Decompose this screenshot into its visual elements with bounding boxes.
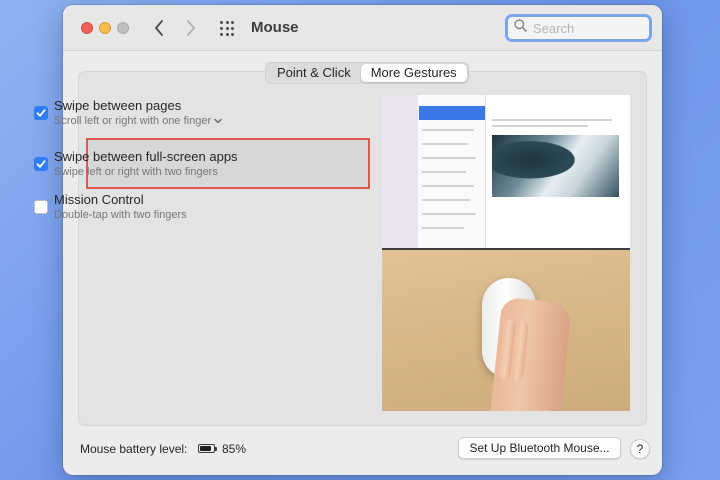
preview-mail-screen bbox=[382, 95, 630, 248]
help-button[interactable]: ? bbox=[630, 439, 650, 459]
preview-line bbox=[492, 119, 612, 121]
preview-line bbox=[422, 199, 470, 201]
option-subtitle: Scroll left or right with one finger bbox=[54, 115, 212, 127]
tab-point-and-click[interactable]: Point & Click bbox=[267, 64, 361, 82]
option-title: Swipe between pages bbox=[54, 98, 182, 113]
option-subtitle: Double-tap with two fingers bbox=[54, 209, 187, 221]
option-subtitle-dropdown[interactable]: Scroll left or right with one finger bbox=[54, 115, 222, 127]
title-bar: Mouse bbox=[63, 5, 662, 51]
option-title: Swipe between full-screen apps bbox=[54, 149, 238, 164]
battery-value: 85% bbox=[222, 442, 247, 456]
grid-icon[interactable] bbox=[220, 21, 236, 37]
preview-mail-sidebar bbox=[382, 95, 418, 248]
preview-hand bbox=[489, 296, 573, 411]
search-input[interactable] bbox=[533, 20, 643, 36]
option-subtitle: Swipe left or right with two fingers bbox=[54, 166, 218, 178]
preview-line bbox=[422, 171, 466, 173]
battery-icon bbox=[198, 444, 217, 453]
preview-mail-image bbox=[492, 135, 619, 197]
minimize-window-button[interactable] bbox=[99, 22, 111, 34]
forward-chevron-icon[interactable] bbox=[181, 18, 201, 38]
back-chevron-icon[interactable] bbox=[149, 18, 169, 38]
search-icon bbox=[514, 19, 527, 37]
preview-line bbox=[422, 185, 474, 187]
preview-line bbox=[422, 227, 464, 229]
preview-line bbox=[422, 129, 474, 131]
swipe-pages-checkbox[interactable] bbox=[34, 106, 48, 120]
tab-bar: Point & Click More Gestures bbox=[265, 62, 469, 84]
mission-control-checkbox[interactable] bbox=[34, 200, 48, 214]
preview-desk bbox=[382, 248, 630, 411]
search-field[interactable] bbox=[505, 14, 652, 42]
checkmark-icon bbox=[36, 160, 46, 168]
swipe-full-screen-apps-checkbox[interactable] bbox=[34, 157, 48, 171]
option-title: Mission Control bbox=[54, 192, 144, 207]
battery-label: Mouse battery level: bbox=[80, 442, 188, 456]
checkmark-icon bbox=[36, 109, 46, 117]
preview-line bbox=[422, 143, 468, 145]
tab-more-gestures[interactable]: More Gestures bbox=[360, 64, 467, 82]
zoom-window-button[interactable] bbox=[117, 22, 129, 34]
battery-fill bbox=[200, 446, 212, 451]
set-up-bluetooth-mouse-button[interactable]: Set Up Bluetooth Mouse... bbox=[458, 437, 621, 459]
chevron-down-icon[interactable] bbox=[214, 115, 222, 127]
gesture-preview-video bbox=[382, 95, 630, 411]
close-window-button[interactable] bbox=[81, 22, 93, 34]
preview-selected-message bbox=[419, 106, 485, 120]
preview-line bbox=[422, 157, 476, 159]
preview-line bbox=[422, 213, 476, 215]
window-title: Mouse bbox=[251, 19, 299, 36]
preview-line bbox=[492, 125, 588, 127]
